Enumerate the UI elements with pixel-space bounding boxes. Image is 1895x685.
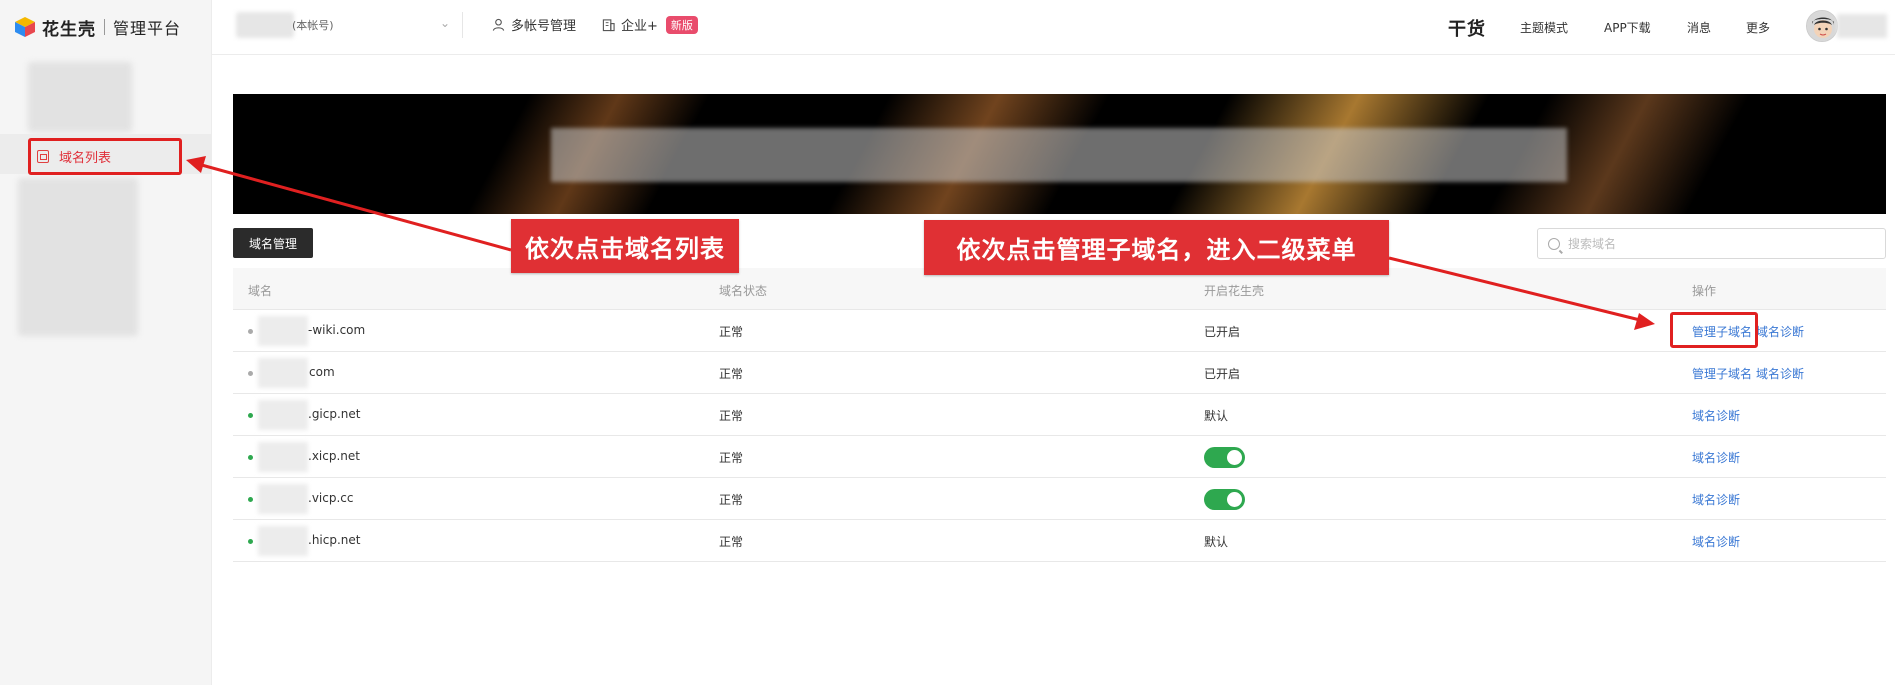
domain-diagnose-link[interactable]: 域名诊断 <box>1692 493 1740 507</box>
enabled-status: 默认 <box>1204 409 1229 423</box>
enable-toggle[interactable] <box>1204 447 1245 468</box>
sidebar-item-label: 域名列表 <box>59 151 112 166</box>
column-header-enabled: 开启花生壳 <box>1204 284 1265 298</box>
divider <box>462 12 463 38</box>
domain-status: 正常 <box>719 325 744 339</box>
sidebar-item-domain-list[interactable]: 域名列表 <box>0 134 212 175</box>
domain-name: .hicp.net <box>308 533 361 547</box>
row-actions: 域名诊断 <box>1692 533 1740 550</box>
enabled-status: 已开启 <box>1204 367 1241 381</box>
table-body: -wiki.com 正常 已开启 管理子域名 域名诊断 com 正常 已开启 管理子域名 域名诊断… <box>233 310 1886 562</box>
domain-status: 正常 <box>719 535 744 549</box>
promo-banner[interactable] <box>233 94 1886 214</box>
multi-account-link[interactable]: 多帐号管理 <box>492 15 576 34</box>
status-dot-icon <box>248 371 253 376</box>
left-annotation-callout: 依次点击域名列表 <box>511 219 739 273</box>
brand-name: 花生壳 <box>42 19 96 40</box>
blurred-domain-prefix <box>258 316 308 346</box>
blurred-banner-text <box>551 128 1567 182</box>
table-row: .gicp.net 正常 默认 域名诊断 <box>233 394 1886 436</box>
messages-link[interactable]: 消息 <box>1687 19 1711 36</box>
domain-diagnose-link[interactable]: 域名诊断 <box>1692 409 1740 423</box>
search-input[interactable] <box>1568 236 1868 251</box>
logo-divider <box>104 19 105 35</box>
table-row: .hicp.net 正常 默认 域名诊断 <box>233 520 1886 562</box>
domain-status: 正常 <box>719 493 744 507</box>
theme-mode-link[interactable]: 主题模式 <box>1520 19 1568 36</box>
row-actions: 域名诊断 <box>1692 491 1740 508</box>
blurred-domain-prefix <box>258 484 308 514</box>
ganhuo-link[interactable]: 干货 <box>1448 15 1486 41</box>
app-download-link[interactable]: APP下载 <box>1604 19 1651 36</box>
column-header-domain: 域名 <box>248 284 273 298</box>
avatar[interactable] <box>1806 10 1838 42</box>
right-annotation-callout: 依次点击管理子域名，进入二级菜单 <box>924 220 1389 275</box>
chevron-down-icon[interactable]: ⌄ <box>440 16 450 30</box>
enterprise-link[interactable]: 企业+ 新版 <box>602 15 698 34</box>
table-row: com 正常 已开启 管理子域名 域名诊断 <box>233 352 1886 394</box>
search-icon <box>1548 237 1560 250</box>
domain-diagnose-link[interactable]: 域名诊断 <box>1756 367 1804 381</box>
status-dot-icon <box>248 413 253 418</box>
domain-table: 域名 域名状态 开启花生壳 操作 -wiki.com 正常 已开启 管理子域名 域名诊断… <box>233 268 1886 562</box>
blurred-sidebar-group <box>18 178 138 336</box>
domain-status: 正常 <box>719 409 744 423</box>
row-actions: 域名诊断 <box>1692 449 1740 466</box>
domain-management-button[interactable]: 域名管理 <box>233 228 313 258</box>
enterprise-label: 企业+ <box>621 19 658 34</box>
status-dot-icon <box>248 539 253 544</box>
blurred-domain-prefix <box>258 442 308 472</box>
manage-subdomain-highlight-box <box>1670 312 1758 348</box>
blurred-domain-prefix <box>258 358 308 388</box>
peanut-cube-logo-icon <box>14 16 36 38</box>
domain-diagnose-link[interactable]: 域名诊断 <box>1692 535 1740 549</box>
top-bar: (本帐号) ⌄ 多帐号管理 企业+ 新版 干货 主题模式 APP下载 消息 更多 <box>212 0 1895 55</box>
manage-subdomain-link[interactable]: 管理子域名 <box>1692 367 1752 381</box>
domain-diagnose-link[interactable]: 域名诊断 <box>1692 451 1740 465</box>
domain-status: 正常 <box>719 367 744 381</box>
avatar-face-icon <box>1807 11 1837 41</box>
domain-name: .vicp.cc <box>308 491 354 505</box>
blurred-sidebar-group <box>28 62 132 132</box>
column-header-actions: 操作 <box>1692 284 1717 298</box>
blurred-account-name <box>236 12 294 38</box>
enabled-status: 默认 <box>1204 535 1229 549</box>
domain-diagnose-link[interactable]: 域名诊断 <box>1756 325 1804 339</box>
status-dot-icon <box>248 497 253 502</box>
building-icon <box>602 18 615 31</box>
account-selector-label[interactable]: (本帐号) <box>292 17 334 33</box>
domain-name: .gicp.net <box>308 407 361 421</box>
status-dot-icon <box>248 455 253 460</box>
enable-toggle[interactable] <box>1204 489 1245 510</box>
blurred-domain-prefix <box>258 400 308 430</box>
blurred-username <box>1837 14 1887 38</box>
table-row: -wiki.com 正常 已开启 管理子域名 域名诊断 <box>233 310 1886 352</box>
domain-status: 正常 <box>719 451 744 465</box>
table-row: .xicp.net 正常 域名诊断 <box>233 436 1886 478</box>
more-link[interactable]: 更多 <box>1746 19 1770 36</box>
multi-account-label: 多帐号管理 <box>511 19 577 34</box>
enabled-status: 已开启 <box>1204 325 1241 339</box>
blurred-domain-prefix <box>258 526 308 556</box>
row-actions: 管理子域名 域名诊断 <box>1692 365 1804 382</box>
column-header-status: 域名状态 <box>719 284 768 298</box>
domain-name: .xicp.net <box>308 449 360 463</box>
domain-name: com <box>309 365 335 379</box>
table-row: .vicp.cc 正常 域名诊断 <box>233 478 1886 520</box>
platform-name: 管理平台 <box>113 19 182 38</box>
logo[interactable]: 花生壳 管理平台 <box>14 14 181 40</box>
new-badge: 新版 <box>665 15 698 34</box>
domain-name: -wiki.com <box>308 323 366 337</box>
search-box[interactable] <box>1537 228 1886 259</box>
highlight-box: 域名列表 <box>28 138 182 175</box>
domain-list-icon <box>37 150 49 163</box>
status-dot-icon <box>248 329 253 334</box>
sidebar: 花生壳 管理平台 域名列表 <box>0 0 212 685</box>
user-icon <box>492 18 505 31</box>
row-actions: 域名诊断 <box>1692 407 1740 424</box>
